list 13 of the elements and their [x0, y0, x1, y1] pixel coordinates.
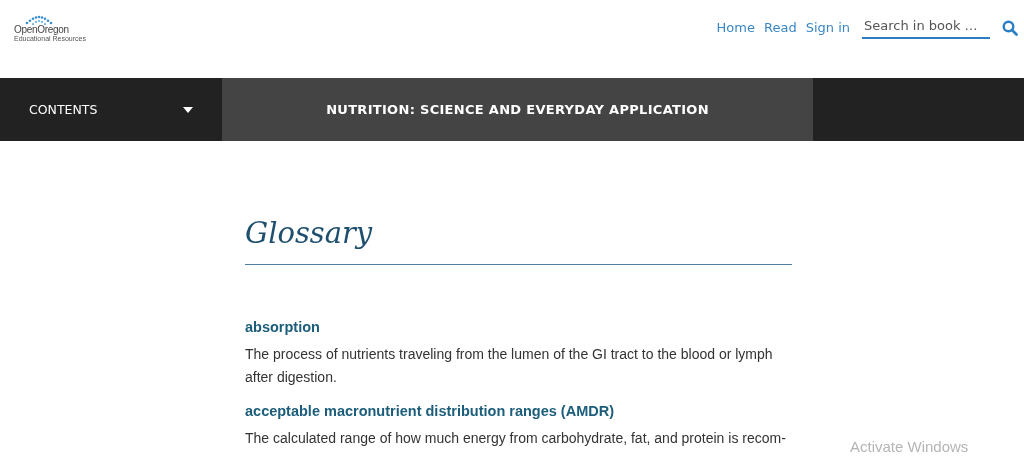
glossary-term: absorption [245, 318, 321, 337]
logo-name: OpenOregon [14, 25, 69, 35]
nav-link[interactable]: Read [764, 20, 797, 35]
caret-icon [183, 106, 193, 113]
search-icon[interactable] [1002, 19, 1018, 36]
nav-link[interactable]: Home [716, 20, 755, 35]
book-title: NUTRITION: SCIENCE AND EVERYDAY APPLICATION [326, 102, 709, 117]
glossary-definition: The calculated range of how much energy from carbohydrate, fat, and protein is recom- [245, 429, 787, 448]
page-title: Glossary [245, 215, 374, 252]
glossary-term: acceptable macronutrient distribution ranges (AMDR) [245, 402, 615, 421]
nav-link[interactable]: Sign in [805, 20, 850, 35]
glossary-definition: The process of nutrients traveling from the lumen of the GI tract to the blood or lymph after digestion. [245, 345, 774, 387]
activation-notice: Activate Windows [850, 438, 969, 455]
